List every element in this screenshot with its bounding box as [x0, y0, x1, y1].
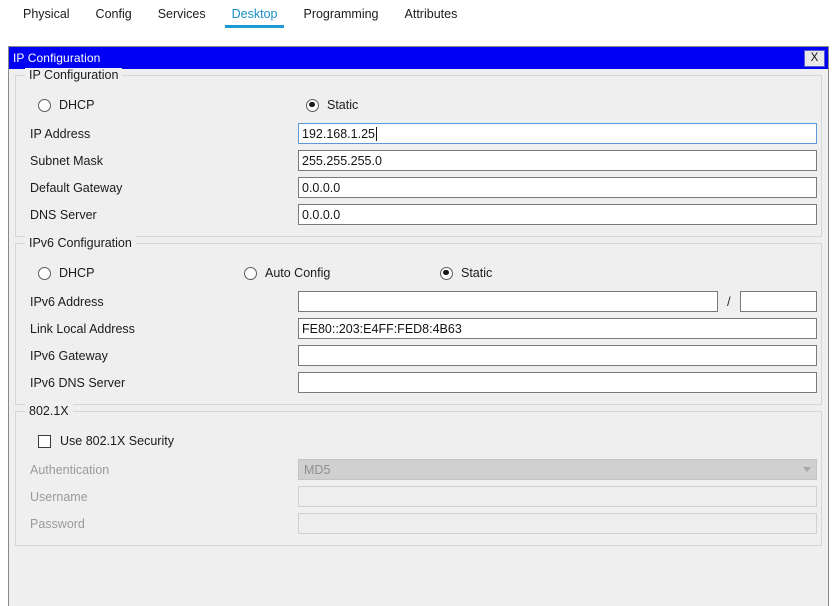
ipv4-static-label: Static [327, 98, 359, 112]
dot1x-group: 802.1X Use 802.1X Security Authenticatio… [15, 404, 822, 546]
window-title: IP Configuration [13, 51, 101, 65]
default-gateway-input[interactable]: 0.0.0.0 [298, 177, 817, 198]
radio-selected-icon [306, 98, 319, 112]
ipv4-static-radio[interactable]: Static [306, 98, 358, 112]
use-dot1x-security-label: Use 802.1X Security [60, 434, 174, 448]
ipv4-dns-row: DNS Server 0.0.0.0 [20, 201, 817, 228]
ipv6-dhcp-radio[interactable]: DHCP [38, 266, 244, 280]
ipv6-static-radio[interactable]: Static [440, 266, 492, 280]
default-gateway-value: 0.0.0.0 [302, 180, 341, 195]
ipv6-dns-server-input[interactable] [298, 372, 817, 393]
subnet-mask-input[interactable]: 255.255.255.0 [298, 150, 817, 171]
ipv6-static-label: Static [461, 266, 493, 280]
ipv4-group-title: IP Configuration [25, 68, 123, 82]
ipv6-dns-row: IPv6 DNS Server [20, 369, 817, 396]
username-row: Username [20, 483, 817, 510]
ipv4-dhcp-label: DHCP [59, 98, 95, 112]
tab-config[interactable]: Config [83, 3, 145, 28]
window-body: IP Configuration DHCP Static IP Address [9, 68, 828, 606]
ipv6-dhcp-label: DHCP [59, 266, 95, 280]
authentication-row: Authentication MD5 [20, 456, 817, 483]
ipv4-address-label: IP Address [30, 126, 91, 141]
password-row: Password [20, 510, 817, 537]
password-input[interactable] [298, 513, 817, 534]
ipv6-auto-config-radio[interactable]: Auto Config [244, 266, 440, 280]
ipv4-address-row: IP Address 192.168.1.25 [20, 120, 817, 147]
close-icon[interactable]: X [804, 49, 825, 67]
dns-server-label: DNS Server [30, 207, 97, 222]
authentication-select[interactable]: MD5 [298, 459, 817, 480]
ipv6-mode-row: DHCP Auto Config Static [20, 258, 817, 288]
ipv6-gateway-row: IPv6 Gateway [20, 342, 817, 369]
ipv4-gateway-row: Default Gateway 0.0.0.0 [20, 174, 817, 201]
link-local-address-label: Link Local Address [30, 321, 135, 336]
ipv6-prefix-input[interactable] [739, 291, 817, 312]
subnet-mask-label: Subnet Mask [30, 153, 103, 168]
radio-unselected-icon [38, 266, 51, 280]
tab-services[interactable]: Services [145, 3, 219, 28]
ipv6-group-title: IPv6 Configuration [25, 236, 136, 250]
default-gateway-label: Default Gateway [30, 180, 123, 195]
tab-attributes[interactable]: Attributes [392, 3, 471, 28]
ipv6-auto-config-label: Auto Config [265, 266, 331, 280]
ipv6-configuration-group: IPv6 Configuration DHCP Auto Config Stat… [15, 236, 822, 405]
ipv6-prefix-separator: / [726, 294, 731, 309]
dot1x-group-title: 802.1X [25, 404, 73, 418]
chevron-down-icon [803, 467, 811, 472]
text-caret [376, 126, 377, 141]
ipv6-address-row: IPv6 Address / [20, 288, 817, 315]
dns-server-value: 0.0.0.0 [302, 207, 341, 222]
ip-configuration-window: IP Configuration X IP Configuration DHCP… [8, 46, 829, 606]
authentication-label: Authentication [30, 462, 110, 477]
radio-unselected-icon [244, 266, 257, 280]
radio-selected-icon [440, 266, 453, 280]
authentication-value: MD5 [304, 462, 331, 477]
use-dot1x-security-checkbox[interactable]: Use 802.1X Security [20, 426, 817, 456]
username-input[interactable] [298, 486, 817, 507]
ipv6-link-local-row: Link Local Address FE80::203:E4FF:FED8:4… [20, 315, 817, 342]
ipv6-address-label: IPv6 Address [30, 294, 104, 309]
link-local-address-value: FE80::203:E4FF:FED8:4B63 [302, 321, 462, 336]
ipv4-configuration-group: IP Configuration DHCP Static IP Address [15, 68, 822, 237]
link-local-address-input[interactable]: FE80::203:E4FF:FED8:4B63 [298, 318, 817, 339]
ipv6-gateway-label: IPv6 Gateway [30, 348, 108, 363]
ipv6-gateway-input[interactable] [298, 345, 817, 366]
subnet-mask-value: 255.255.255.0 [302, 153, 382, 168]
tab-physical[interactable]: Physical [10, 3, 83, 28]
ipv4-subnet-row: Subnet Mask 255.255.255.0 [20, 147, 817, 174]
radio-unselected-icon [38, 98, 51, 112]
tab-programming[interactable]: Programming [290, 3, 391, 28]
dns-server-input[interactable]: 0.0.0.0 [298, 204, 817, 225]
password-label: Password [30, 516, 85, 531]
ipv6-address-input[interactable] [298, 291, 718, 312]
ipv6-dns-server-label: IPv6 DNS Server [30, 375, 126, 390]
username-label: Username [30, 489, 88, 504]
ipv4-dhcp-radio[interactable]: DHCP [38, 98, 306, 112]
window-title-bar: IP Configuration X [9, 47, 828, 69]
tab-desktop[interactable]: Desktop [219, 3, 291, 28]
ip-address-value: 192.168.1.25 [302, 126, 375, 141]
ipv4-mode-row: DHCP Static [20, 90, 817, 120]
ip-address-input[interactable]: 192.168.1.25 [298, 123, 817, 144]
device-tab-bar: Physical Config Services Desktop Program… [0, 0, 835, 29]
checkbox-unchecked-icon [38, 434, 51, 448]
